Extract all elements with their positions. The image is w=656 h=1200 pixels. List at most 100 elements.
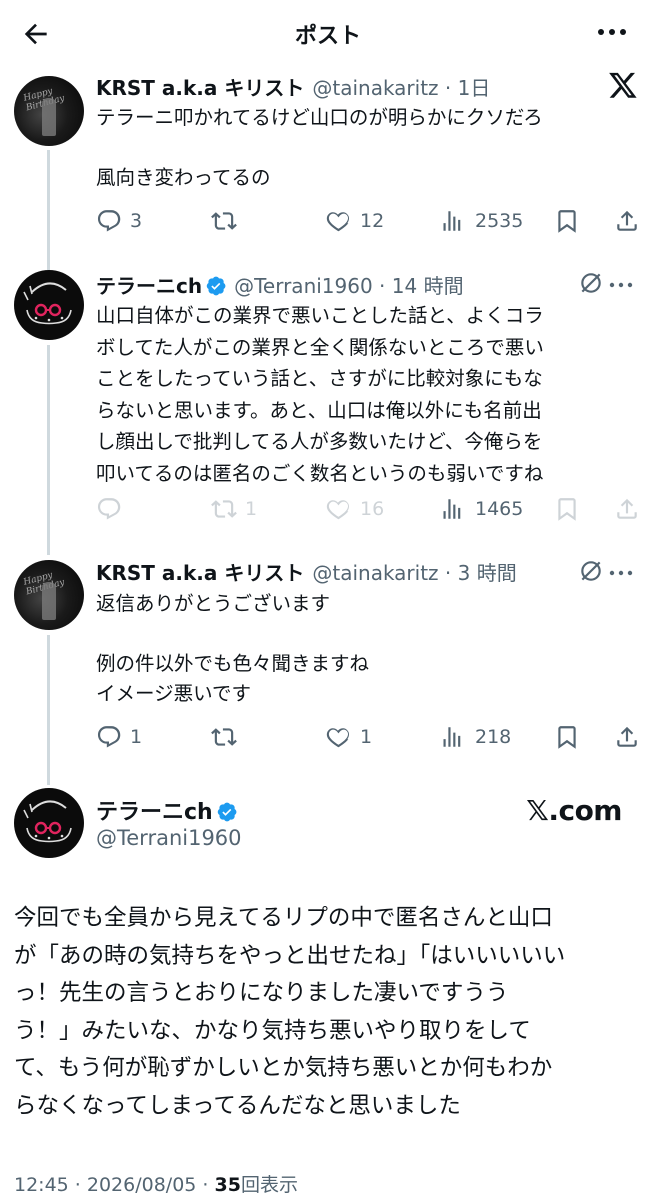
tweet-line: し顔出しで批判してる人が多数いたけど、今俺らを xyxy=(96,430,543,453)
avatar[interactable]: Happy Birthday xyxy=(14,560,84,630)
post-metadata: 12:45 · 2026/08/05 · 35回表示 xyxy=(14,1170,298,1197)
tweet-line: 風向き変わってるの xyxy=(96,166,271,189)
tweet-body: 返信ありがとうございます 例の件以外でも色々聞きますね イメージ悪いです xyxy=(96,589,626,709)
like-button[interactable]: 16 xyxy=(326,494,384,524)
reply-icon xyxy=(97,726,121,748)
top-bar: ポスト xyxy=(0,0,656,66)
repost-icon xyxy=(211,212,237,230)
tweet-line xyxy=(96,619,626,649)
tweet-header: KRST a.k.a キリスト @tainakaritz · 3 時間 xyxy=(96,557,517,586)
view-count: 218 xyxy=(475,726,512,748)
post-line: が「あの時の気持ちをやっと出せたね」「はいいいいい xyxy=(14,942,566,969)
tweet-body: 山口自体がこの業界で悪いことした話と、よくコラ ボしてた人がこの業界と全く関係な… xyxy=(96,300,626,489)
main-post-author[interactable]: テラーニch xyxy=(96,794,237,826)
tweet-line: ことをしたっていう話と、さすがに比較対象にもな xyxy=(96,367,543,390)
tweet-line: 返信ありがとうございます xyxy=(96,592,331,615)
bookmark-icon xyxy=(558,210,576,233)
like-button[interactable]: 1 xyxy=(326,722,372,752)
share-icon xyxy=(617,498,637,519)
more-options-icon[interactable] xyxy=(608,568,634,578)
view-count: 2535 xyxy=(475,210,524,232)
bookmark-button[interactable] xyxy=(554,494,580,524)
user-handle[interactable]: @Terrani1960 · 14 時間 xyxy=(234,274,464,298)
tweet-body: テラーニ叩かれてるけど山口のが明らかにクソだろ 風向き変わってるの xyxy=(96,103,626,193)
display-name[interactable]: KRST a.k.a キリスト xyxy=(96,561,304,585)
avatar[interactable]: Happy Birthday xyxy=(14,76,84,146)
share-icon xyxy=(617,210,637,231)
post-line: らなくなってしまってるんだなと思いました xyxy=(14,1092,461,1119)
post-line: て、もう何が恥ずかしいとか気持ち悪いとか何もわか xyxy=(14,1055,553,1081)
avatar-figure xyxy=(42,98,56,136)
reply-count: 1 xyxy=(130,726,143,748)
share-button[interactable] xyxy=(614,722,640,752)
like-count: 16 xyxy=(360,498,385,520)
like-count: 1 xyxy=(360,726,373,748)
heart-icon xyxy=(326,728,349,748)
verified-badge-icon xyxy=(217,802,237,822)
tweet-line: 山口自体がこの業界で悪いことした話と、よくコラ xyxy=(96,304,544,327)
user-handle[interactable]: @tainakaritz · 1日 xyxy=(312,76,490,100)
views-button[interactable]: 218 xyxy=(441,722,511,752)
grok-icon[interactable] xyxy=(578,558,604,584)
post-timestamp[interactable]: 12:45 · 2026/08/05 · xyxy=(14,1174,215,1196)
tweet-actions: 1 1 218 xyxy=(96,722,637,752)
view-count: 1465 xyxy=(475,498,524,520)
view-count: 35 xyxy=(214,1174,241,1196)
display-name[interactable]: KRST a.k.a キリスト xyxy=(96,76,304,100)
view-label: 回表示 xyxy=(240,1174,298,1196)
post-line: 今回でも全員から見えてるリプの中で匿名さんと山口 xyxy=(14,905,553,931)
bookmark-icon xyxy=(558,726,576,749)
bookmark-icon xyxy=(558,498,576,521)
share-button[interactable] xyxy=(614,206,640,236)
views-icon xyxy=(443,211,461,231)
views-icon xyxy=(443,727,461,747)
reply-button[interactable] xyxy=(96,494,122,524)
thread-line xyxy=(47,635,50,785)
reply-button[interactable]: 1 xyxy=(96,722,142,752)
repost-button[interactable] xyxy=(211,206,237,236)
tweet-line: ボしてた人がこの業界と全く関係ないところで悪い xyxy=(96,335,544,359)
reply-icon xyxy=(97,498,121,520)
avatar[interactable] xyxy=(14,270,84,340)
post-line: う！」みたいな、かなり気持ち悪いやり取りをして xyxy=(14,1017,531,1044)
tweet-line: らないと思います。あと、山口は俺以外にも名前出 xyxy=(96,398,542,422)
more-options-icon[interactable] xyxy=(596,20,628,44)
repost-icon xyxy=(211,728,237,746)
tweet-actions: 3 12 2535 xyxy=(96,206,637,236)
tweet-line: 叩いてるのは匿名のごく数名というのも弱いですね xyxy=(96,461,544,485)
repost-button[interactable] xyxy=(211,722,237,752)
post-line: っ！先生の言うとおりになりました凄いですうう xyxy=(14,980,509,1006)
display-name[interactable]: テラーニch xyxy=(96,274,202,298)
bookmark-button[interactable] xyxy=(554,722,580,752)
thread-line xyxy=(47,150,50,270)
share-button[interactable] xyxy=(614,494,640,524)
avatar[interactable] xyxy=(14,788,84,858)
like-count: 12 xyxy=(360,210,385,232)
views-button[interactable]: 2535 xyxy=(441,206,523,236)
tweet-line: 例の件以外でも色々聞きますね xyxy=(96,652,370,675)
tweet-header: テラーニch @Terrani1960 · 14 時間 xyxy=(96,270,464,299)
thread-line xyxy=(47,345,50,555)
x-com-watermark: 𝕏.com xyxy=(526,794,622,827)
main-post-body: 今回でも全員から見えてるリプの中で匿名さんと山口 が「あの時の気持ちをやっと出せ… xyxy=(14,900,634,1125)
avatar-face-graphic xyxy=(23,282,72,325)
tweet-header: KRST a.k.a キリスト @tainakaritz · 1日 xyxy=(96,72,490,101)
reply-button[interactable]: 3 xyxy=(96,206,142,236)
heart-icon xyxy=(326,212,349,232)
share-icon xyxy=(617,726,637,747)
avatar-face-graphic xyxy=(23,800,72,843)
verified-badge-icon xyxy=(206,276,226,296)
reply-count: 3 xyxy=(130,210,143,232)
heart-icon xyxy=(326,500,349,520)
page-title: ポスト xyxy=(294,24,361,49)
grok-icon[interactable] xyxy=(578,270,604,296)
tweet-line xyxy=(96,133,626,163)
views-button[interactable]: 1465 xyxy=(441,494,523,524)
user-handle[interactable]: @tainakaritz · 3 時間 xyxy=(312,561,516,585)
repost-button[interactable]: 1 xyxy=(211,494,257,524)
like-button[interactable]: 12 xyxy=(326,206,384,236)
bookmark-button[interactable] xyxy=(554,206,580,236)
user-handle[interactable]: @Terrani1960 xyxy=(96,826,242,850)
more-options-icon[interactable] xyxy=(608,280,634,290)
display-name: テラーニch xyxy=(96,800,213,825)
